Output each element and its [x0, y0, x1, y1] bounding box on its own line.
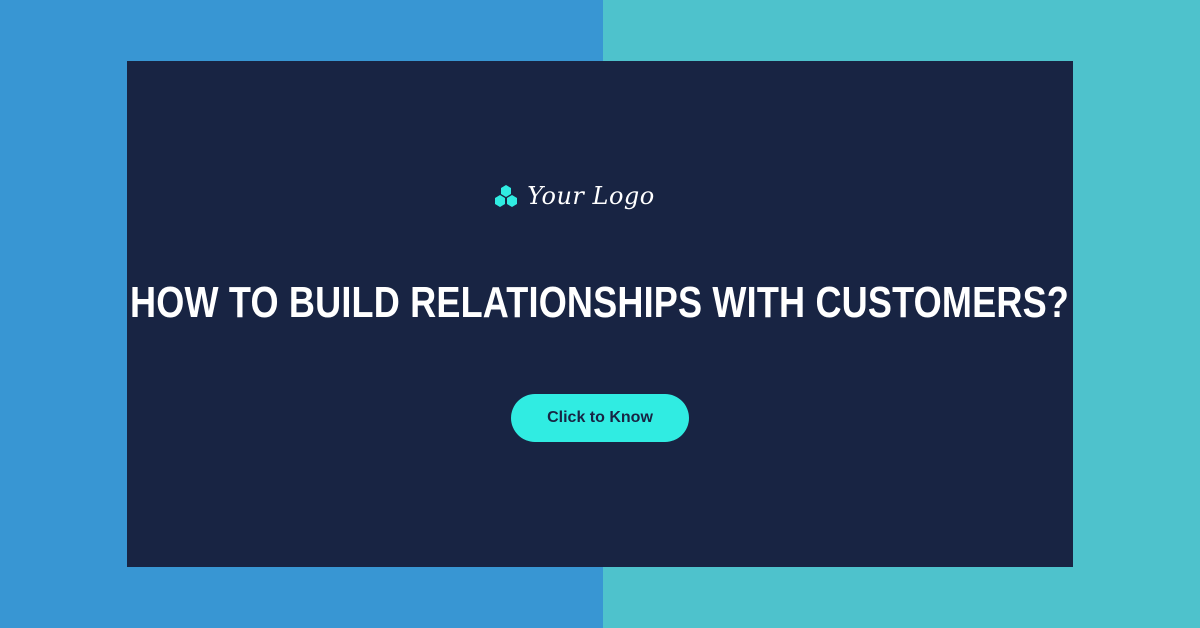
hexagon-cluster-icon [493, 184, 519, 208]
headline-container: HOW TO BUILD RELATIONSHIPS WITH CUSTOMER… [127, 278, 1073, 328]
logo: Your Logo [127, 176, 1073, 216]
logo-text: Your Logo [527, 182, 655, 210]
click-to-know-button[interactable]: Click to Know [511, 394, 689, 442]
headline: HOW TO BUILD RELATIONSHIPS WITH CUSTOMER… [130, 278, 1070, 327]
